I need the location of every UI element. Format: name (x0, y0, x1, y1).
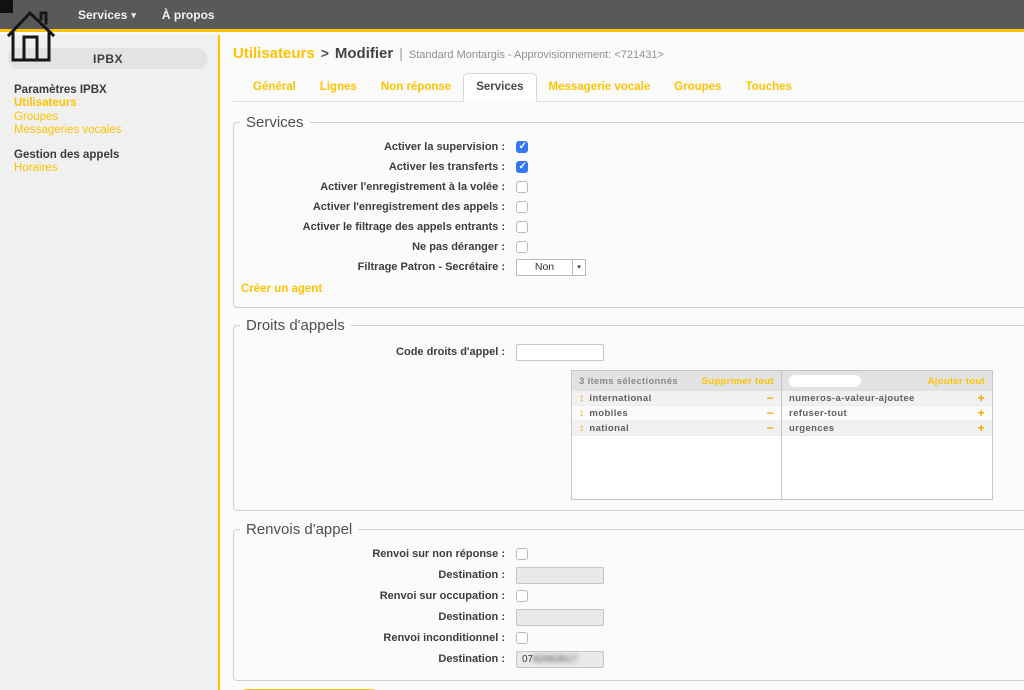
label-filtrage-patron: Filtrage Patron - Secrétaire : (234, 261, 505, 273)
label-renvoi-non-reponse: Renvoi sur non réponse : (234, 548, 505, 560)
nav-about-label: À propos (162, 8, 215, 22)
label-supervision: Activer la supervision : (234, 141, 505, 153)
add-icon[interactable]: + (978, 421, 985, 435)
sidebar-item-utilisateurs[interactable]: Utilisateurs (14, 97, 218, 111)
move-icon[interactable]: ↕ (579, 408, 584, 419)
label-destination-inconditionnel: Destination : (234, 653, 505, 665)
caret-down-icon: ▾ (131, 10, 136, 21)
renvois-appel-fieldset: Renvois d'appel Renvoi sur non réponse :… (233, 521, 1024, 681)
add-icon[interactable]: + (978, 391, 985, 405)
breadcrumb-section-link[interactable]: Utilisateurs (233, 45, 315, 62)
ne-pas-deranger-checkbox[interactable] (516, 241, 528, 253)
selected-item-national[interactable]: ↕ national − (572, 421, 781, 436)
nav-services-label: Services (78, 8, 127, 22)
renvoi-occupation-checkbox[interactable] (516, 590, 528, 602)
supervision-checkbox[interactable] (516, 141, 528, 153)
destination-non-reponse-input[interactable] (516, 567, 604, 584)
filtrage-patron-value: Non (517, 260, 572, 275)
tab-services[interactable]: Services (463, 73, 536, 102)
remove-icon[interactable]: − (767, 391, 774, 405)
selected-item-mobiles[interactable]: ↕ mobiles − (572, 406, 781, 421)
rights-filter-input[interactable] (789, 375, 861, 387)
label-filtrage-entrants: Activer le filtrage des appels entrants … (234, 221, 505, 233)
enregistrement-volee-checkbox[interactable] (516, 181, 528, 193)
chevron-down-icon: ▾ (572, 260, 585, 275)
nav-about[interactable]: À propos (162, 8, 215, 22)
label-ne-pas-deranger: Ne pas déranger : (234, 241, 505, 253)
destination-number-prefix: 07 (522, 654, 533, 665)
selected-item-international[interactable]: ↕ international − (572, 391, 781, 406)
remove-icon[interactable]: − (767, 406, 774, 420)
sidebar-item-horaires[interactable]: Horaires (14, 162, 218, 176)
breadcrumb-divider: | (399, 45, 403, 61)
label-destination-non-reponse: Destination : (234, 569, 505, 581)
destination-occupation-input[interactable] (516, 609, 604, 626)
sidebar-item-groupes[interactable]: Groupes (14, 111, 218, 125)
breadcrumb: Utilisateurs > Modifier | Standard Monta… (233, 45, 1024, 62)
label-renvoi-inconditionnel: Renvoi inconditionnel : (234, 632, 505, 644)
transferts-checkbox[interactable] (516, 161, 528, 173)
services-fieldset: Services Activer la supervision : Active… (233, 114, 1024, 308)
add-icon[interactable]: + (978, 406, 985, 420)
filtrage-patron-select[interactable]: Non ▾ (516, 259, 586, 276)
available-item-numeros-valeur-ajoutee[interactable]: numeros-a-valeur-ajoutee + (782, 391, 992, 406)
top-navbar: Services ▾ À propos (0, 0, 1024, 32)
label-enregistrement-volee: Activer l'enregistrement à la volée : (234, 181, 505, 193)
add-all-link[interactable]: Ajouter tout (928, 376, 985, 387)
label-code-droits: Code droits d'appel : (234, 346, 505, 358)
call-rights-picker: 3 items sélectionnés Supprimer tout ↕ in… (571, 370, 993, 500)
label-destination-occupation: Destination : (234, 611, 505, 623)
label-enregistrement-appels: Activer l'enregistrement des appels : (234, 201, 505, 213)
tab-messagerie-vocale[interactable]: Messagerie vocale (537, 74, 663, 101)
tab-lignes[interactable]: Lignes (308, 74, 369, 101)
remove-icon[interactable]: − (767, 421, 774, 435)
move-icon[interactable]: ↕ (579, 393, 584, 404)
selected-count: 3 items sélectionnés (579, 376, 678, 387)
code-droits-input[interactable] (516, 344, 604, 361)
available-item-refuser-tout[interactable]: refuser-tout + (782, 406, 992, 421)
droits-appels-fieldset: Droits d'appels Code droits d'appel : 3 … (233, 317, 1024, 511)
tab-touches[interactable]: Touches (733, 74, 803, 101)
breadcrumb-separator: > (321, 45, 329, 61)
sidebar-item-messageries-vocales[interactable]: Messageries vocales (14, 124, 218, 138)
filtrage-entrants-checkbox[interactable] (516, 221, 528, 233)
nav-services-menu[interactable]: Services ▾ (78, 8, 136, 22)
label-transferts: Activer les transferts : (234, 161, 505, 173)
label-renvoi-occupation: Renvoi sur occupation : (234, 590, 505, 602)
tab-bar: Général Lignes Non réponse Services Mess… (233, 73, 1024, 102)
tab-non-reponse[interactable]: Non réponse (369, 74, 463, 101)
create-agent-link[interactable]: Créer un agent (241, 283, 322, 295)
main-content: Utilisateurs > Modifier | Standard Monta… (222, 35, 1024, 690)
home-icon[interactable] (7, 6, 57, 69)
renvois-appel-legend: Renvois d'appel (240, 521, 358, 538)
droits-appels-legend: Droits d'appels (240, 317, 351, 334)
renvoi-inconditionnel-checkbox[interactable] (516, 632, 528, 644)
remove-all-link[interactable]: Supprimer tout (702, 376, 774, 387)
enregistrement-appels-checkbox[interactable] (516, 201, 528, 213)
sidebar-heading-parametres: Paramètres IPBX (14, 83, 218, 97)
breadcrumb-subtitle: Standard Montargis - Approvisionnement: … (409, 49, 664, 61)
services-legend: Services (240, 114, 310, 131)
available-item-urgences[interactable]: urgences + (782, 421, 992, 436)
selected-rights-panel: 3 items sélectionnés Supprimer tout ↕ in… (572, 371, 782, 499)
sidebar-heading-gestion-appels: Gestion des appels (14, 148, 218, 162)
page-title: Modifier (335, 45, 393, 62)
destination-number-redacted: 82663617 (533, 654, 578, 665)
tab-general[interactable]: Général (241, 74, 308, 101)
available-rights-panel: Ajouter tout numeros-a-valeur-ajoutee + … (782, 371, 992, 499)
move-icon[interactable]: ↕ (579, 423, 584, 434)
destination-inconditionnel-input[interactable]: 0782663617 (516, 651, 604, 668)
renvoi-non-reponse-checkbox[interactable] (516, 548, 528, 560)
sidebar: IPBX Paramètres IPBX Utilisateurs Groupe… (0, 35, 220, 690)
tab-groupes[interactable]: Groupes (662, 74, 733, 101)
